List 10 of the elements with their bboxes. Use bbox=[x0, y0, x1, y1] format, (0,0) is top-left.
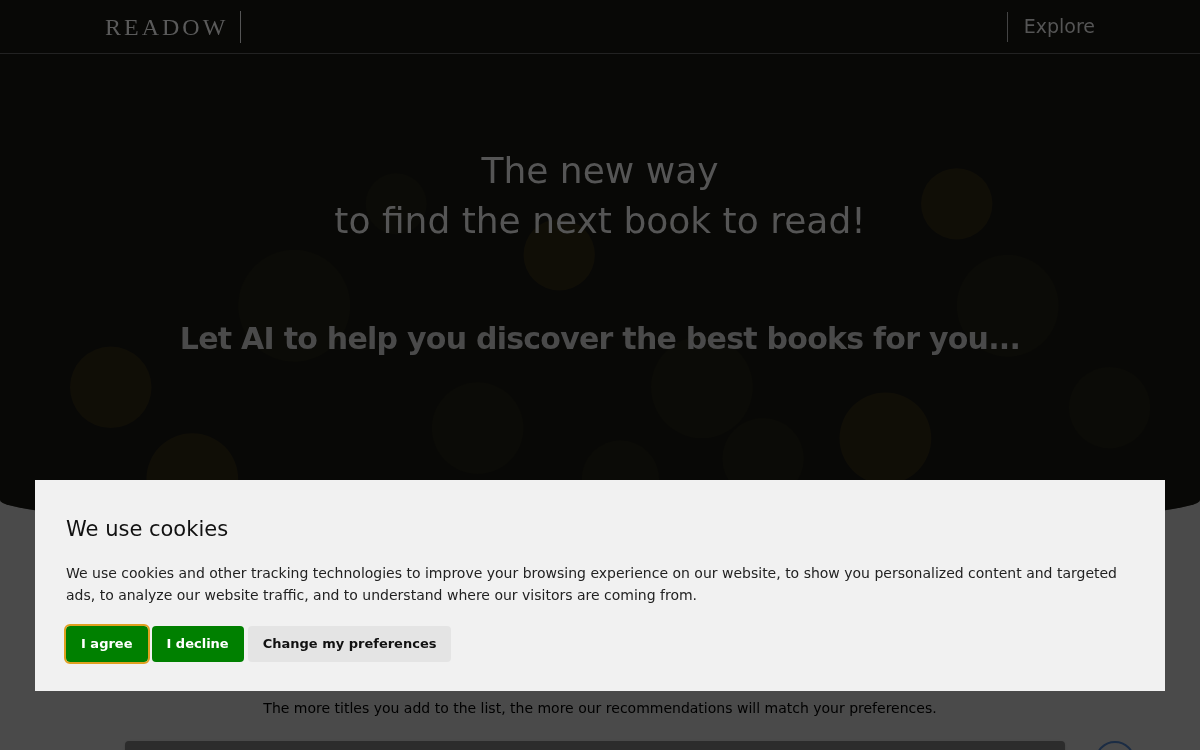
hero-title: The new way to find the next book to read! bbox=[334, 149, 866, 243]
hero-subtitle: Let AI to help you discover the best books for you... bbox=[179, 320, 1021, 358]
banner-text: We use cookies and other tracking technologies to improve your browsing experience on our website, to show you personalized content and targeted ads, to analyze our website traffic, and to understand where our visitors are coming from. bbox=[66, 563, 1118, 605]
consent-button[interactable]: I decline bbox=[151, 625, 244, 662]
hint-text: The more titles you add to the list, the more our recommendations will match your preferences. bbox=[263, 699, 937, 718]
nav-link[interactable]: Explore bbox=[1023, 12, 1095, 41]
consent-button[interactable]: I agree bbox=[66, 625, 148, 662]
banner-title: We use cookies bbox=[66, 516, 230, 543]
preferences-button[interactable]: Change my preferences bbox=[247, 625, 452, 662]
logo[interactable]: READOW bbox=[105, 8, 241, 45]
